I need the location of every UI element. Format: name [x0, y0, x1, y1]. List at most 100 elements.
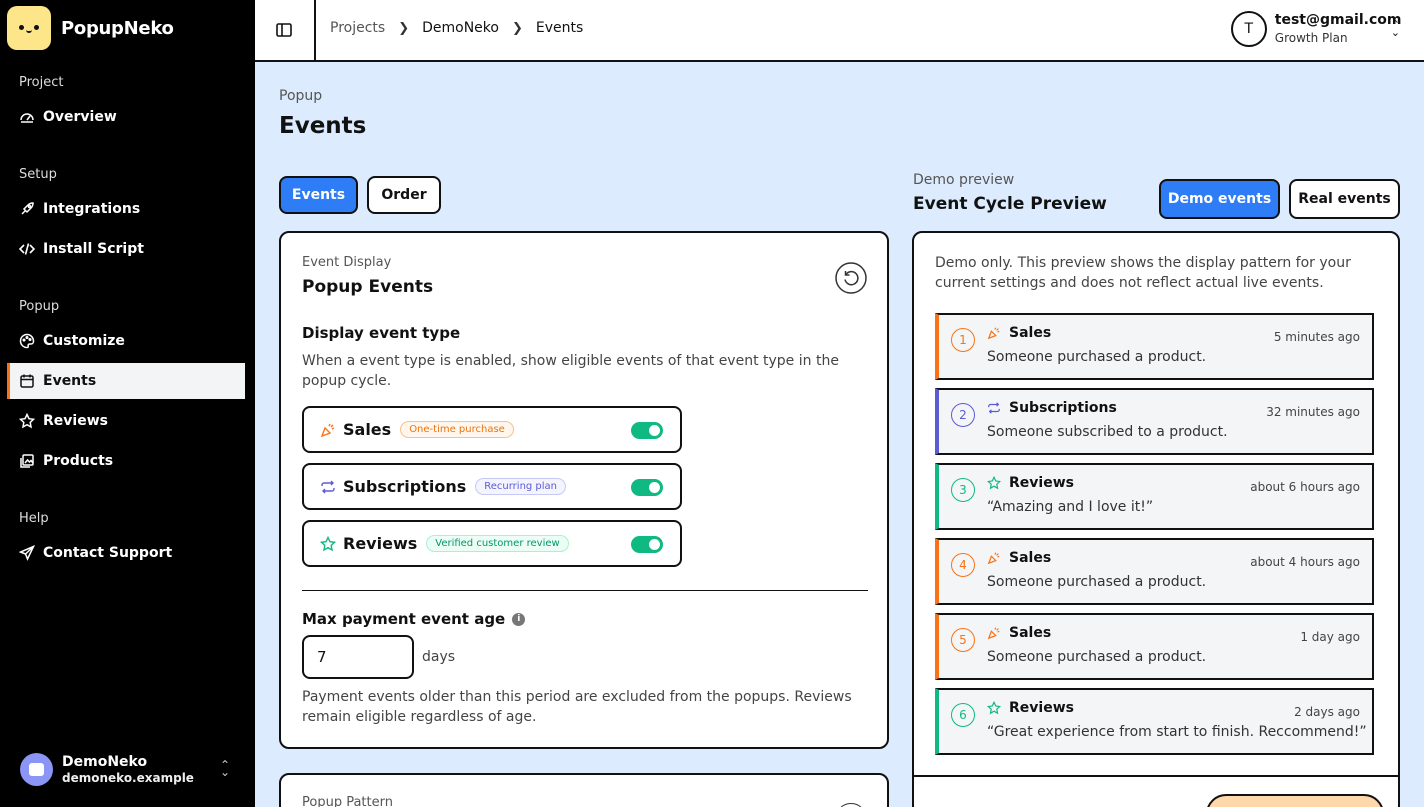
rocket-icon [21, 202, 34, 215]
event-type-name: Subscriptions [343, 477, 467, 496]
event-item: 4 Sales about 4 hours ago Someone purcha… [935, 538, 1374, 605]
chevrons-up-down-icon: ⌃ ⌄ [219, 758, 230, 779]
type-heading: Display event type [302, 324, 461, 342]
event-number: 5 [951, 628, 975, 652]
page-section-label: Popup [279, 88, 323, 104]
sidebar-item-label: Reviews [43, 413, 108, 429]
event-type: Sales [1009, 325, 1052, 341]
event-type-sales: Sales One-time purchase [302, 406, 682, 453]
account-menu[interactable]: T test@gmail.com Growth Plan ⌃ ⌄ [1230, 11, 1401, 47]
star-icon [987, 701, 1001, 715]
event-type: Sales [1009, 625, 1052, 641]
event-item: 5 Sales 1 day ago Someone purchased a pr… [935, 613, 1374, 680]
breadcrumb-projects[interactable]: Projects [330, 20, 385, 36]
event-time: about 6 hours ago [1250, 480, 1360, 494]
star-icon [19, 413, 35, 429]
project-domain: demoneko.example [62, 770, 194, 785]
sidebar-item-overview[interactable]: Overview [7, 99, 245, 135]
event-type-name: Sales [343, 420, 392, 439]
divider [914, 775, 1398, 777]
project-name: DemoNeko [62, 753, 148, 770]
reviews-toggle[interactable] [631, 536, 663, 553]
sidebar-item-label: Customize [43, 333, 125, 349]
popup-pattern-card: Popup Pattern [279, 773, 889, 807]
sidebar-item-events[interactable]: Events [7, 363, 245, 399]
chevron-right-icon: ❯ [398, 20, 410, 36]
sidebar-item-customize[interactable]: Customize [7, 323, 245, 359]
star-icon [320, 535, 336, 551]
event-type-badge: One-time purchase [400, 421, 514, 438]
preview-action-button[interactable] [1206, 794, 1384, 807]
sidebar-item-label: Products [43, 453, 114, 469]
code-icon [19, 243, 35, 255]
info-icon[interactable]: i [512, 612, 526, 626]
divider [314, 0, 316, 62]
event-description: Someone purchased a product. [987, 649, 1207, 665]
event-number: 4 [951, 553, 975, 577]
sales-toggle[interactable] [631, 422, 663, 439]
image-icon [20, 454, 34, 468]
party-popper-icon [987, 552, 1000, 565]
chevron-right-icon: ❯ [511, 20, 523, 36]
reset-icon[interactable] [835, 803, 867, 807]
event-type: Sales [1009, 550, 1052, 566]
preview-title: Event Cycle Preview [913, 194, 1107, 214]
account-plan: Growth Plan [1274, 31, 1348, 45]
sidebar-item-reviews[interactable]: Reviews [7, 403, 245, 439]
section-label-project: Project [19, 75, 64, 90]
repeat-icon [988, 402, 1000, 414]
party-popper-icon [987, 327, 1000, 340]
sidebar-item-contact-support[interactable]: Contact Support [7, 535, 245, 571]
party-popper-icon [987, 627, 1000, 640]
section-label-popup: Popup [19, 299, 60, 314]
card-title: Popup Events [302, 277, 434, 297]
sidebar-item-products[interactable]: Products [7, 443, 245, 479]
sidebar-toggle-icon[interactable] [275, 21, 293, 39]
event-number: 2 [951, 403, 975, 427]
breadcrumb: Projects ❯ DemoNeko ❯ Events [330, 20, 583, 36]
repeat-icon [321, 480, 335, 493]
event-item: 6 Reviews 2 days ago “Great experience f… [935, 688, 1374, 755]
breadcrumb-project[interactable]: DemoNeko [422, 20, 499, 36]
brand[interactable]: PopupNeko [7, 6, 174, 50]
divider [302, 590, 868, 591]
event-description: Someone purchased a product. [987, 349, 1207, 365]
real-events-button[interactable]: Real events [1289, 179, 1400, 219]
palette-icon [19, 333, 35, 349]
party-popper-icon [320, 423, 335, 437]
sidebar-item-integrations[interactable]: Integrations [7, 191, 245, 227]
sidebar-item-label: Install Script [43, 241, 144, 257]
max-age-input[interactable]: 7 [302, 635, 414, 679]
demo-events-button[interactable]: Demo events [1159, 179, 1280, 219]
event-item: 1 Sales 5 minutes ago Someone purchased … [935, 313, 1374, 380]
gauge-icon [20, 113, 34, 123]
event-type-reviews: Reviews Verified customer review [302, 520, 682, 567]
max-age-help: Payment events older than this period ar… [302, 689, 852, 725]
event-description: “Great experience from start to finish. … [987, 724, 1367, 740]
cat-logo-icon [7, 6, 51, 50]
subscriptions-toggle[interactable] [631, 479, 663, 496]
section-label-help: Help [19, 511, 49, 526]
reset-icon[interactable] [835, 262, 867, 294]
project-switcher[interactable]: DemoNeko demoneko.example ⌃ ⌄ [20, 753, 240, 786]
preview-note: Demo only. This preview shows the displa… [935, 255, 1351, 291]
calendar-icon [20, 374, 34, 388]
tab-events[interactable]: Events [279, 176, 358, 214]
max-age-unit: days [422, 649, 456, 665]
max-age-label: Max payment event age [302, 610, 506, 628]
app-name: PopupNeko [61, 17, 174, 39]
event-description: Someone subscribed to a product. [987, 424, 1228, 440]
event-description: “Amazing and I love it!” [987, 499, 1154, 515]
sidebar-item-label: Overview [43, 109, 117, 125]
sidebar-item-install-script[interactable]: Install Script [7, 231, 245, 267]
sidebar-item-label: Events [43, 373, 97, 389]
event-description: Someone purchased a product. [987, 574, 1207, 590]
tab-order[interactable]: Order [367, 176, 441, 214]
page-title: Events [279, 113, 367, 139]
sidebar-item-label: Integrations [43, 201, 141, 217]
breadcrumb-current: Events [535, 20, 584, 36]
event-display-card: Event Display Popup Events Display event… [279, 231, 889, 749]
preview-label: Demo preview [913, 172, 1015, 188]
card-label: Popup Pattern [302, 795, 393, 807]
event-time: 32 minutes ago [1266, 405, 1360, 419]
